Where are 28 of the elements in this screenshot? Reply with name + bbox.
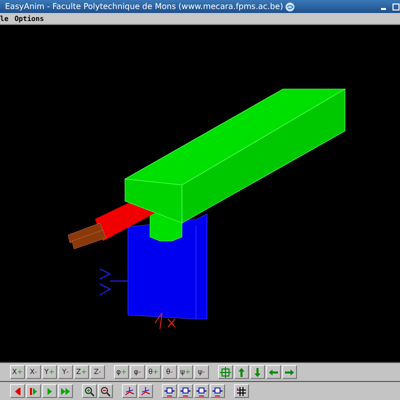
swirl-icon xyxy=(284,2,296,12)
toolbar-button[interactable] xyxy=(162,384,177,398)
grid-icon xyxy=(236,386,247,396)
axes-icon xyxy=(140,386,151,396)
pause-play-icon xyxy=(28,386,39,396)
maximize-icon[interactable] xyxy=(392,2,400,10)
zoom-out-icon xyxy=(100,386,111,396)
crosshair-icon xyxy=(220,366,231,378)
arrow-left-icon xyxy=(268,366,279,378)
zoom-in-icon xyxy=(84,386,95,396)
toolbar-button[interactable] xyxy=(138,384,153,398)
toolbar-button[interactable] xyxy=(194,384,209,398)
dimension-icon xyxy=(196,386,207,396)
dimension-icon xyxy=(180,386,191,396)
toolbar-button[interactable] xyxy=(210,384,225,398)
arrow-down-icon xyxy=(252,366,263,378)
toolbar-button[interactable] xyxy=(98,384,113,398)
dimension-icon xyxy=(164,386,175,396)
toolbar-button[interactable] xyxy=(122,384,137,398)
axes-icon xyxy=(124,386,135,396)
fast-forward-icon xyxy=(60,386,71,396)
arrow-right-icon xyxy=(284,366,295,378)
toolbar-button[interactable] xyxy=(178,384,193,398)
toolbar-button[interactable] xyxy=(234,384,249,398)
arrow-up-icon xyxy=(236,366,247,378)
toolbar-button[interactable] xyxy=(82,384,97,398)
window-title: EasyAnim - Faculte Polytechnique de Mons (www.mecara.fpms.ac.be) xyxy=(5,2,284,11)
dimension-icon xyxy=(212,386,223,396)
